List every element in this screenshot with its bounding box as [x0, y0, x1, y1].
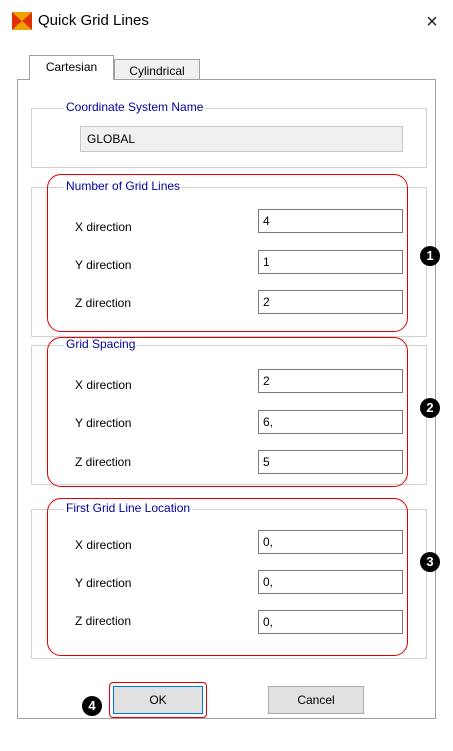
- close-icon[interactable]: ×: [418, 8, 446, 36]
- grid-spacing-y-field[interactable]: [258, 410, 403, 434]
- tab-cartesian[interactable]: Cartesian: [29, 55, 114, 80]
- group-title-number-of-grid-lines: Number of Grid Lines: [64, 179, 183, 193]
- group-title-grid-spacing: Grid Spacing: [64, 337, 138, 351]
- row-label: X direction: [75, 378, 132, 392]
- grid-spacing-z-field[interactable]: [258, 450, 403, 474]
- first-line-x-field[interactable]: [258, 530, 403, 554]
- grid-spacing-x-field[interactable]: [258, 369, 403, 393]
- ok-button[interactable]: OK: [113, 686, 203, 714]
- group-title-first-grid-line-location: First Grid Line Location: [64, 501, 193, 515]
- row-label: Z direction: [75, 455, 132, 469]
- row-label: Y direction: [75, 416, 132, 430]
- step-badge: 3: [420, 552, 440, 572]
- first-line-z-field[interactable]: [258, 610, 403, 634]
- row-label: Y direction: [75, 576, 132, 590]
- window-title: Quick Grid Lines: [38, 12, 149, 29]
- row-label: Y direction: [75, 258, 132, 272]
- coordinate-system-title: Coordinate System Name: [64, 100, 206, 114]
- grid-lines-z-field[interactable]: [258, 290, 403, 314]
- grid-app-icon: [12, 12, 32, 30]
- row-label: Z direction: [75, 296, 132, 310]
- step-badge: 1: [420, 246, 440, 266]
- first-line-y-field[interactable]: [258, 570, 403, 594]
- step-badge: 2: [420, 398, 440, 418]
- step-badge: 4: [82, 696, 102, 716]
- grid-lines-x-field[interactable]: [258, 209, 403, 233]
- row-label: Z direction: [75, 614, 132, 628]
- row-label: X direction: [75, 538, 132, 552]
- row-label: X direction: [75, 220, 132, 234]
- tab-cylindrical[interactable]: Cylindrical: [114, 59, 200, 81]
- coordinate-system-value: GLOBAL: [80, 126, 403, 152]
- cancel-button[interactable]: Cancel: [268, 686, 364, 714]
- grid-lines-y-field[interactable]: [258, 250, 403, 274]
